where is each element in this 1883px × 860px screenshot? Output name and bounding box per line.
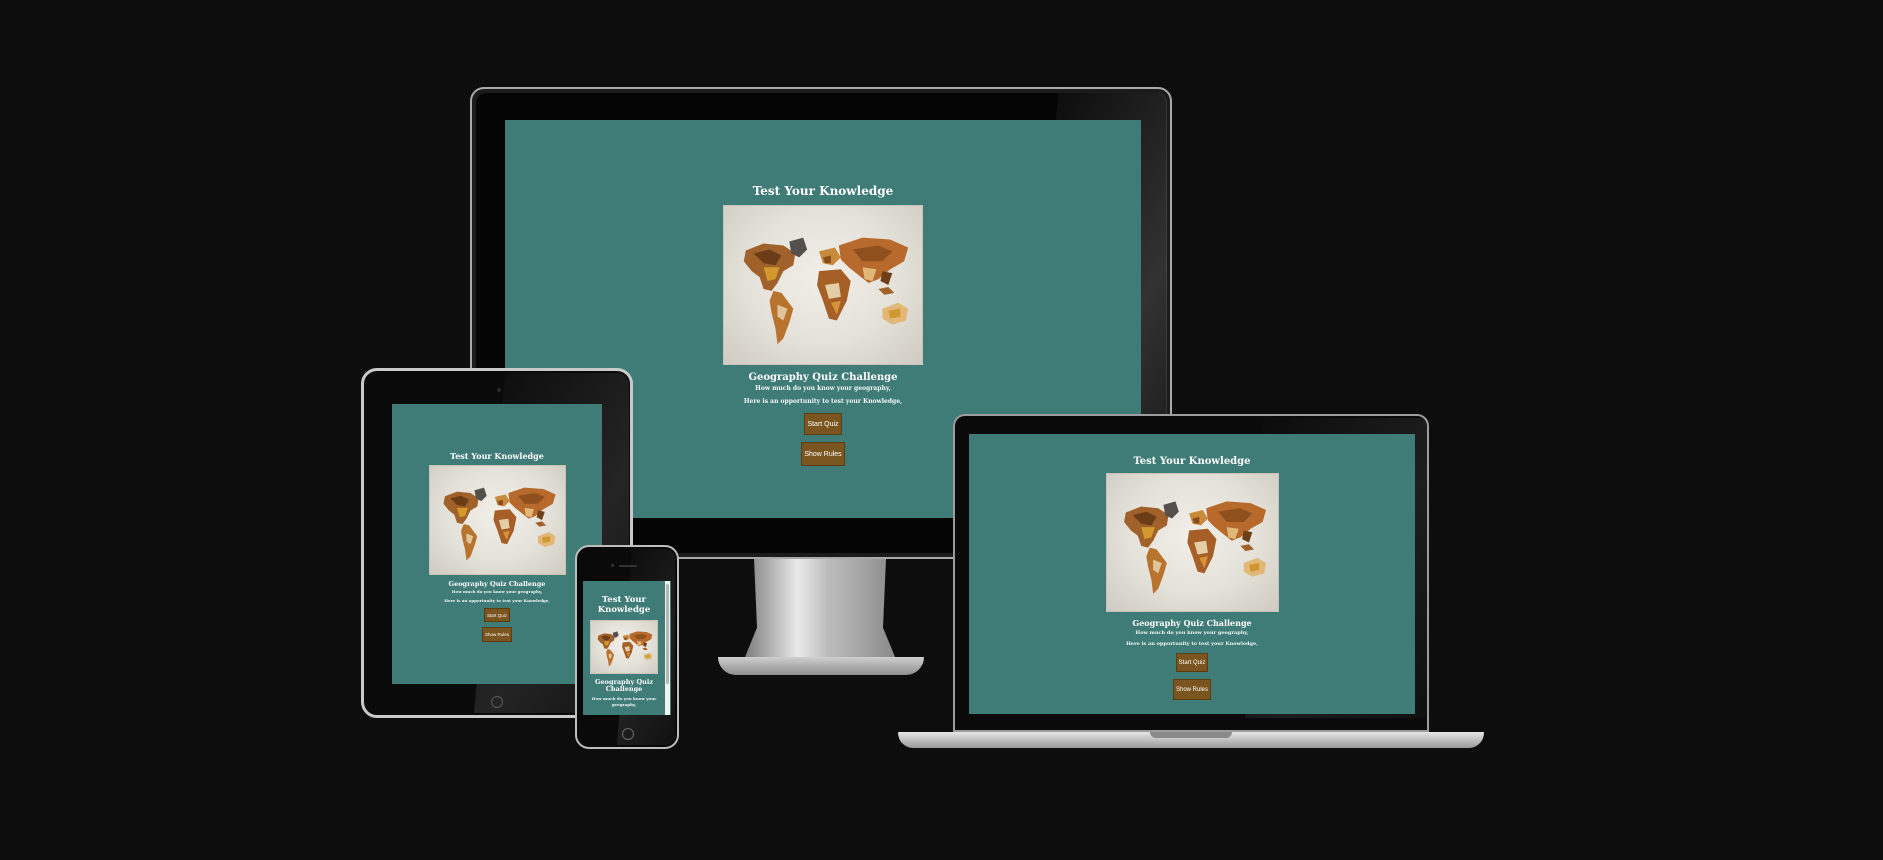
- intro-line-1: How much do you know your geography,: [451, 589, 543, 594]
- page-title: Test Your Knowledge: [450, 451, 544, 461]
- phone-device: Test Your Knowledge Geography Quiz Chall…: [575, 545, 679, 749]
- start-quiz-button[interactable]: Start Quiz: [804, 413, 842, 435]
- intro-line-1: How much do you know your geography,: [591, 696, 657, 707]
- intro-line-2: Here is an opportunity to test your Know…: [1126, 641, 1258, 647]
- speaker-slot: [619, 565, 637, 567]
- home-button-icon[interactable]: [622, 728, 634, 740]
- home-button-icon[interactable]: [491, 696, 503, 708]
- monitor-base: [718, 657, 924, 675]
- start-quiz-button[interactable]: Start Quiz: [1176, 653, 1208, 672]
- quiz-subtitle: Geography Quiz Challenge: [748, 372, 898, 383]
- laptop-notch: [1150, 732, 1232, 738]
- page-title: Test Your Knowledge: [597, 595, 651, 615]
- monitor-stand: [745, 559, 895, 657]
- tablet-screen: Test Your Knowledge Geography Quiz Chall…: [392, 404, 602, 684]
- world-map-image: [1105, 473, 1279, 612]
- world-map-image: [590, 620, 658, 674]
- scrollbar[interactable]: [665, 581, 670, 715]
- quiz-subtitle: Geography Quiz Challenge: [594, 678, 654, 693]
- show-rules-button[interactable]: Show Rules: [482, 627, 512, 642]
- start-quiz-button[interactable]: Start Quiz: [484, 608, 510, 622]
- camera-icon: [497, 388, 501, 392]
- scrollbar-thumb[interactable]: [666, 584, 669, 684]
- intro-line-2: Here is an opportunity to test your Know…: [743, 398, 903, 405]
- show-rules-button[interactable]: Show Rules: [1173, 679, 1211, 700]
- world-map-image: [723, 205, 923, 365]
- world-map-image: [428, 465, 566, 575]
- intro-line-1: How much do you know your geography,: [1135, 630, 1249, 636]
- show-rules-button[interactable]: Show Rules: [801, 442, 845, 466]
- quiz-subtitle: Geography Quiz Challenge: [448, 580, 546, 588]
- camera-icon: [611, 564, 614, 567]
- laptop-device: Test Your Knowledge Geography Quiz Chall…: [953, 414, 1429, 732]
- laptop-screen: Test Your Knowledge Geography Quiz Chall…: [969, 434, 1415, 714]
- page-title: Test Your Knowledge: [752, 184, 894, 198]
- quiz-subtitle: Geography Quiz Challenge: [1132, 618, 1252, 628]
- phone-screen: Test Your Knowledge Geography Quiz Chall…: [583, 581, 671, 715]
- intro-line-2: Here is an opportunity to test your Know…: [444, 598, 550, 603]
- intro-line-1: How much do you know your geography,: [755, 385, 891, 392]
- page-title: Test Your Knowledge: [1133, 456, 1251, 467]
